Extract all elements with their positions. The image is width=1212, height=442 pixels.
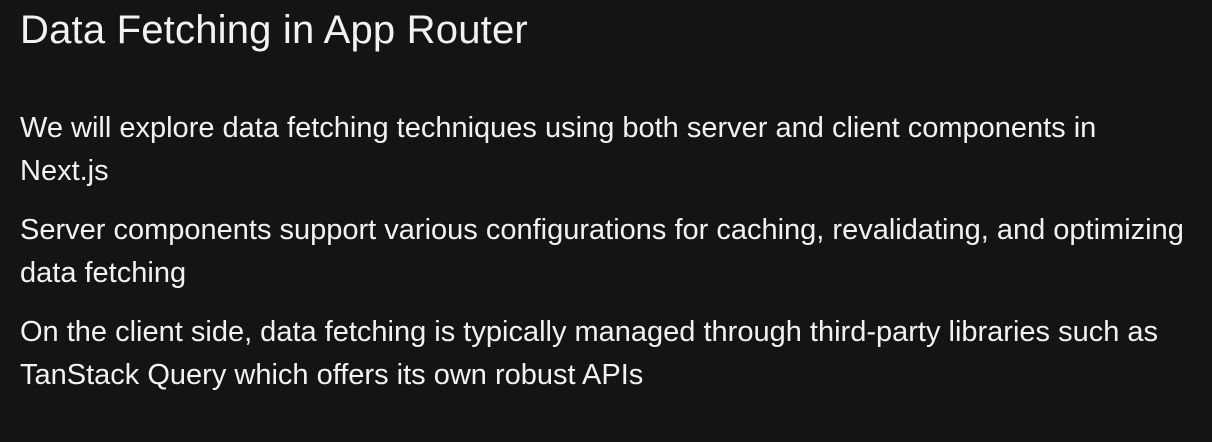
paragraph-client-side: On the client side, data fetching is typ… [20, 316, 1159, 391]
slide-title: Data Fetching in App Router [20, 8, 528, 52]
slide: Data Fetching in App Router We will expl… [0, 0, 1212, 442]
paragraph-server-components: Server components support various config… [20, 214, 1184, 289]
paragraph-data-fetching-overview: We will explore data fetching techniques… [20, 112, 1097, 187]
slide-body: We will explore data fetching techniques… [20, 107, 1192, 397]
